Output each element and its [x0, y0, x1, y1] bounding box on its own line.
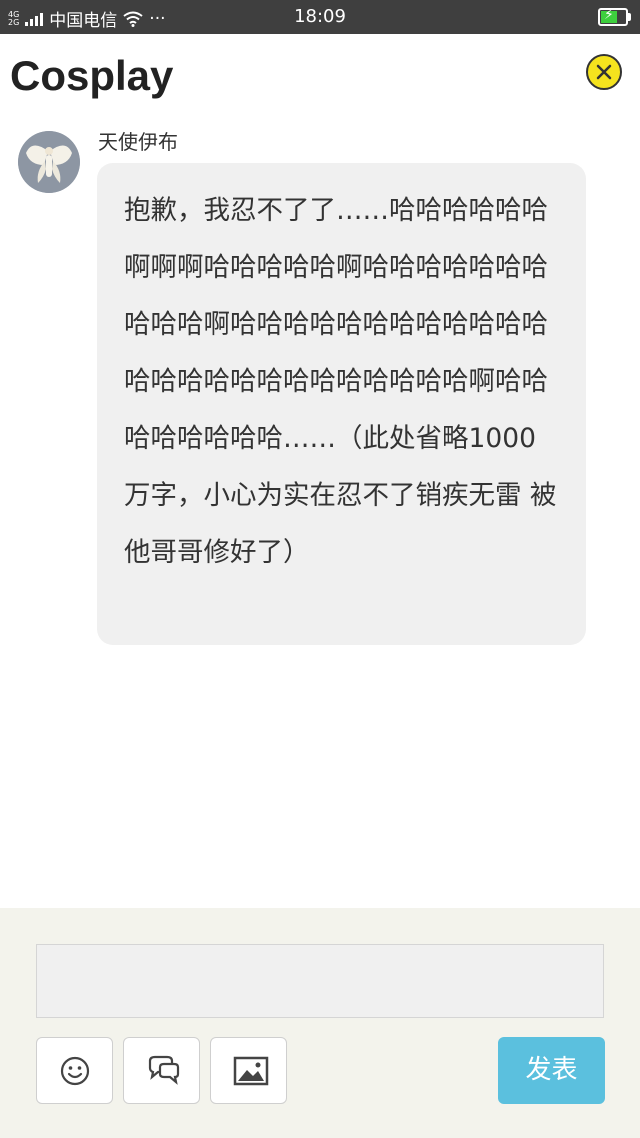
emoji-button[interactable]	[36, 1037, 113, 1104]
comment-button[interactable]	[123, 1037, 200, 1104]
status-bar: 4G 2G 中国电信 ··· 18:09 ⚡	[0, 0, 640, 34]
image-icon	[233, 1056, 269, 1086]
message-text: 抱歉，我忍不了了……哈哈哈哈哈哈啊啊啊哈哈哈哈哈啊哈哈哈哈哈哈哈哈哈哈啊哈哈哈哈…	[124, 195, 557, 568]
comment-input[interactable]	[36, 944, 604, 1018]
angel-avatar-image	[18, 131, 80, 193]
close-icon	[596, 64, 612, 80]
smiley-icon	[60, 1056, 90, 1086]
clock: 18:09	[294, 6, 346, 27]
battery-icon: ⚡	[598, 7, 631, 26]
close-button[interactable]	[586, 54, 622, 90]
username: 天使伊布	[98, 130, 178, 154]
message-bubble: 抱歉，我忍不了了……哈哈哈哈哈哈啊啊啊哈哈哈哈哈啊哈哈哈哈哈哈哈哈哈哈啊哈哈哈哈…	[97, 163, 586, 645]
image-button[interactable]	[210, 1037, 287, 1104]
avatar[interactable]	[18, 131, 80, 193]
chat-bubbles-icon	[148, 1055, 180, 1085]
send-button[interactable]: 发表	[498, 1037, 605, 1104]
page-title: Cosplay	[10, 52, 174, 99]
